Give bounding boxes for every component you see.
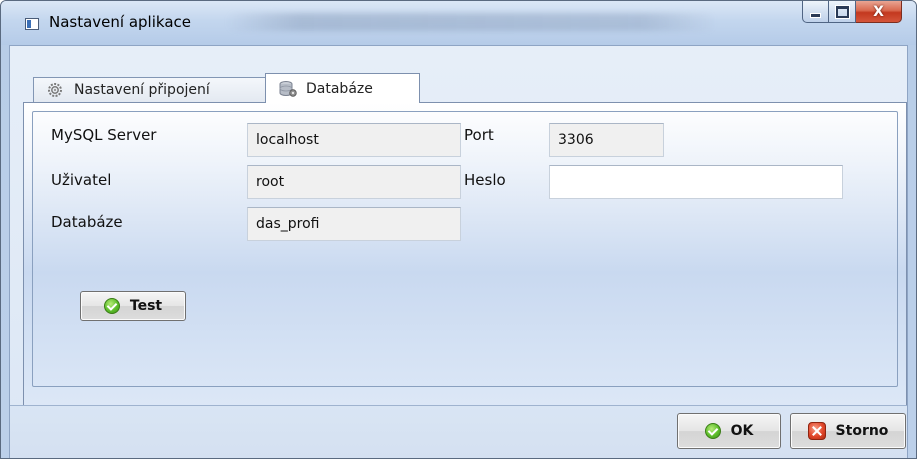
mysql-server-input[interactable]	[247, 123, 461, 157]
port-label: Port	[464, 126, 494, 144]
user-label: Uživatel	[51, 171, 112, 189]
tab-connection-settings[interactable]: Nastavení připojení	[33, 77, 266, 102]
database-input[interactable]	[247, 207, 461, 241]
cancel-x-icon	[807, 422, 826, 440]
database-label: Databáze	[51, 213, 123, 231]
cancel-button-label: Storno	[835, 423, 889, 439]
app-window-icon	[25, 18, 39, 30]
user-input[interactable]	[247, 165, 461, 199]
database-icon	[278, 80, 297, 98]
test-button-label: Test	[129, 298, 163, 314]
ok-button-label: OK	[730, 423, 754, 439]
check-circle-icon	[103, 298, 120, 314]
maximize-button[interactable]	[829, 1, 856, 23]
title-bar[interactable]: Nastavení aplikace X	[1, 1, 916, 45]
database-settings-group	[32, 111, 898, 387]
tab-connection-settings-label: Nastavení připojení	[74, 82, 210, 98]
minimize-button[interactable]	[802, 1, 829, 23]
check-circle-icon	[704, 423, 721, 439]
password-input[interactable]	[549, 165, 843, 199]
settings-window: Nastavení aplikace X Nastavení připojení…	[0, 0, 917, 459]
mysql-server-label: MySQL Server	[51, 126, 157, 144]
tab-database[interactable]: Databáze	[265, 73, 420, 103]
window-title: Nastavení aplikace	[49, 13, 191, 31]
maximize-icon	[835, 5, 849, 18]
cancel-button[interactable]: Storno	[790, 413, 906, 449]
password-label: Heslo	[464, 171, 506, 189]
port-input[interactable]	[549, 123, 664, 157]
test-button[interactable]: Test	[80, 291, 186, 321]
close-icon: X	[873, 3, 884, 20]
database-tab-panel	[23, 102, 907, 412]
tab-control: Nastavení připojení Databáze	[23, 73, 907, 412]
ok-button[interactable]: OK	[677, 413, 781, 449]
caption-buttons: X	[802, 1, 902, 27]
tab-database-label: Databáze	[306, 80, 373, 97]
close-button[interactable]: X	[856, 1, 902, 23]
minimize-icon	[810, 12, 821, 18]
blurred-background-menu	[226, 13, 716, 31]
gear-icon	[46, 81, 64, 99]
